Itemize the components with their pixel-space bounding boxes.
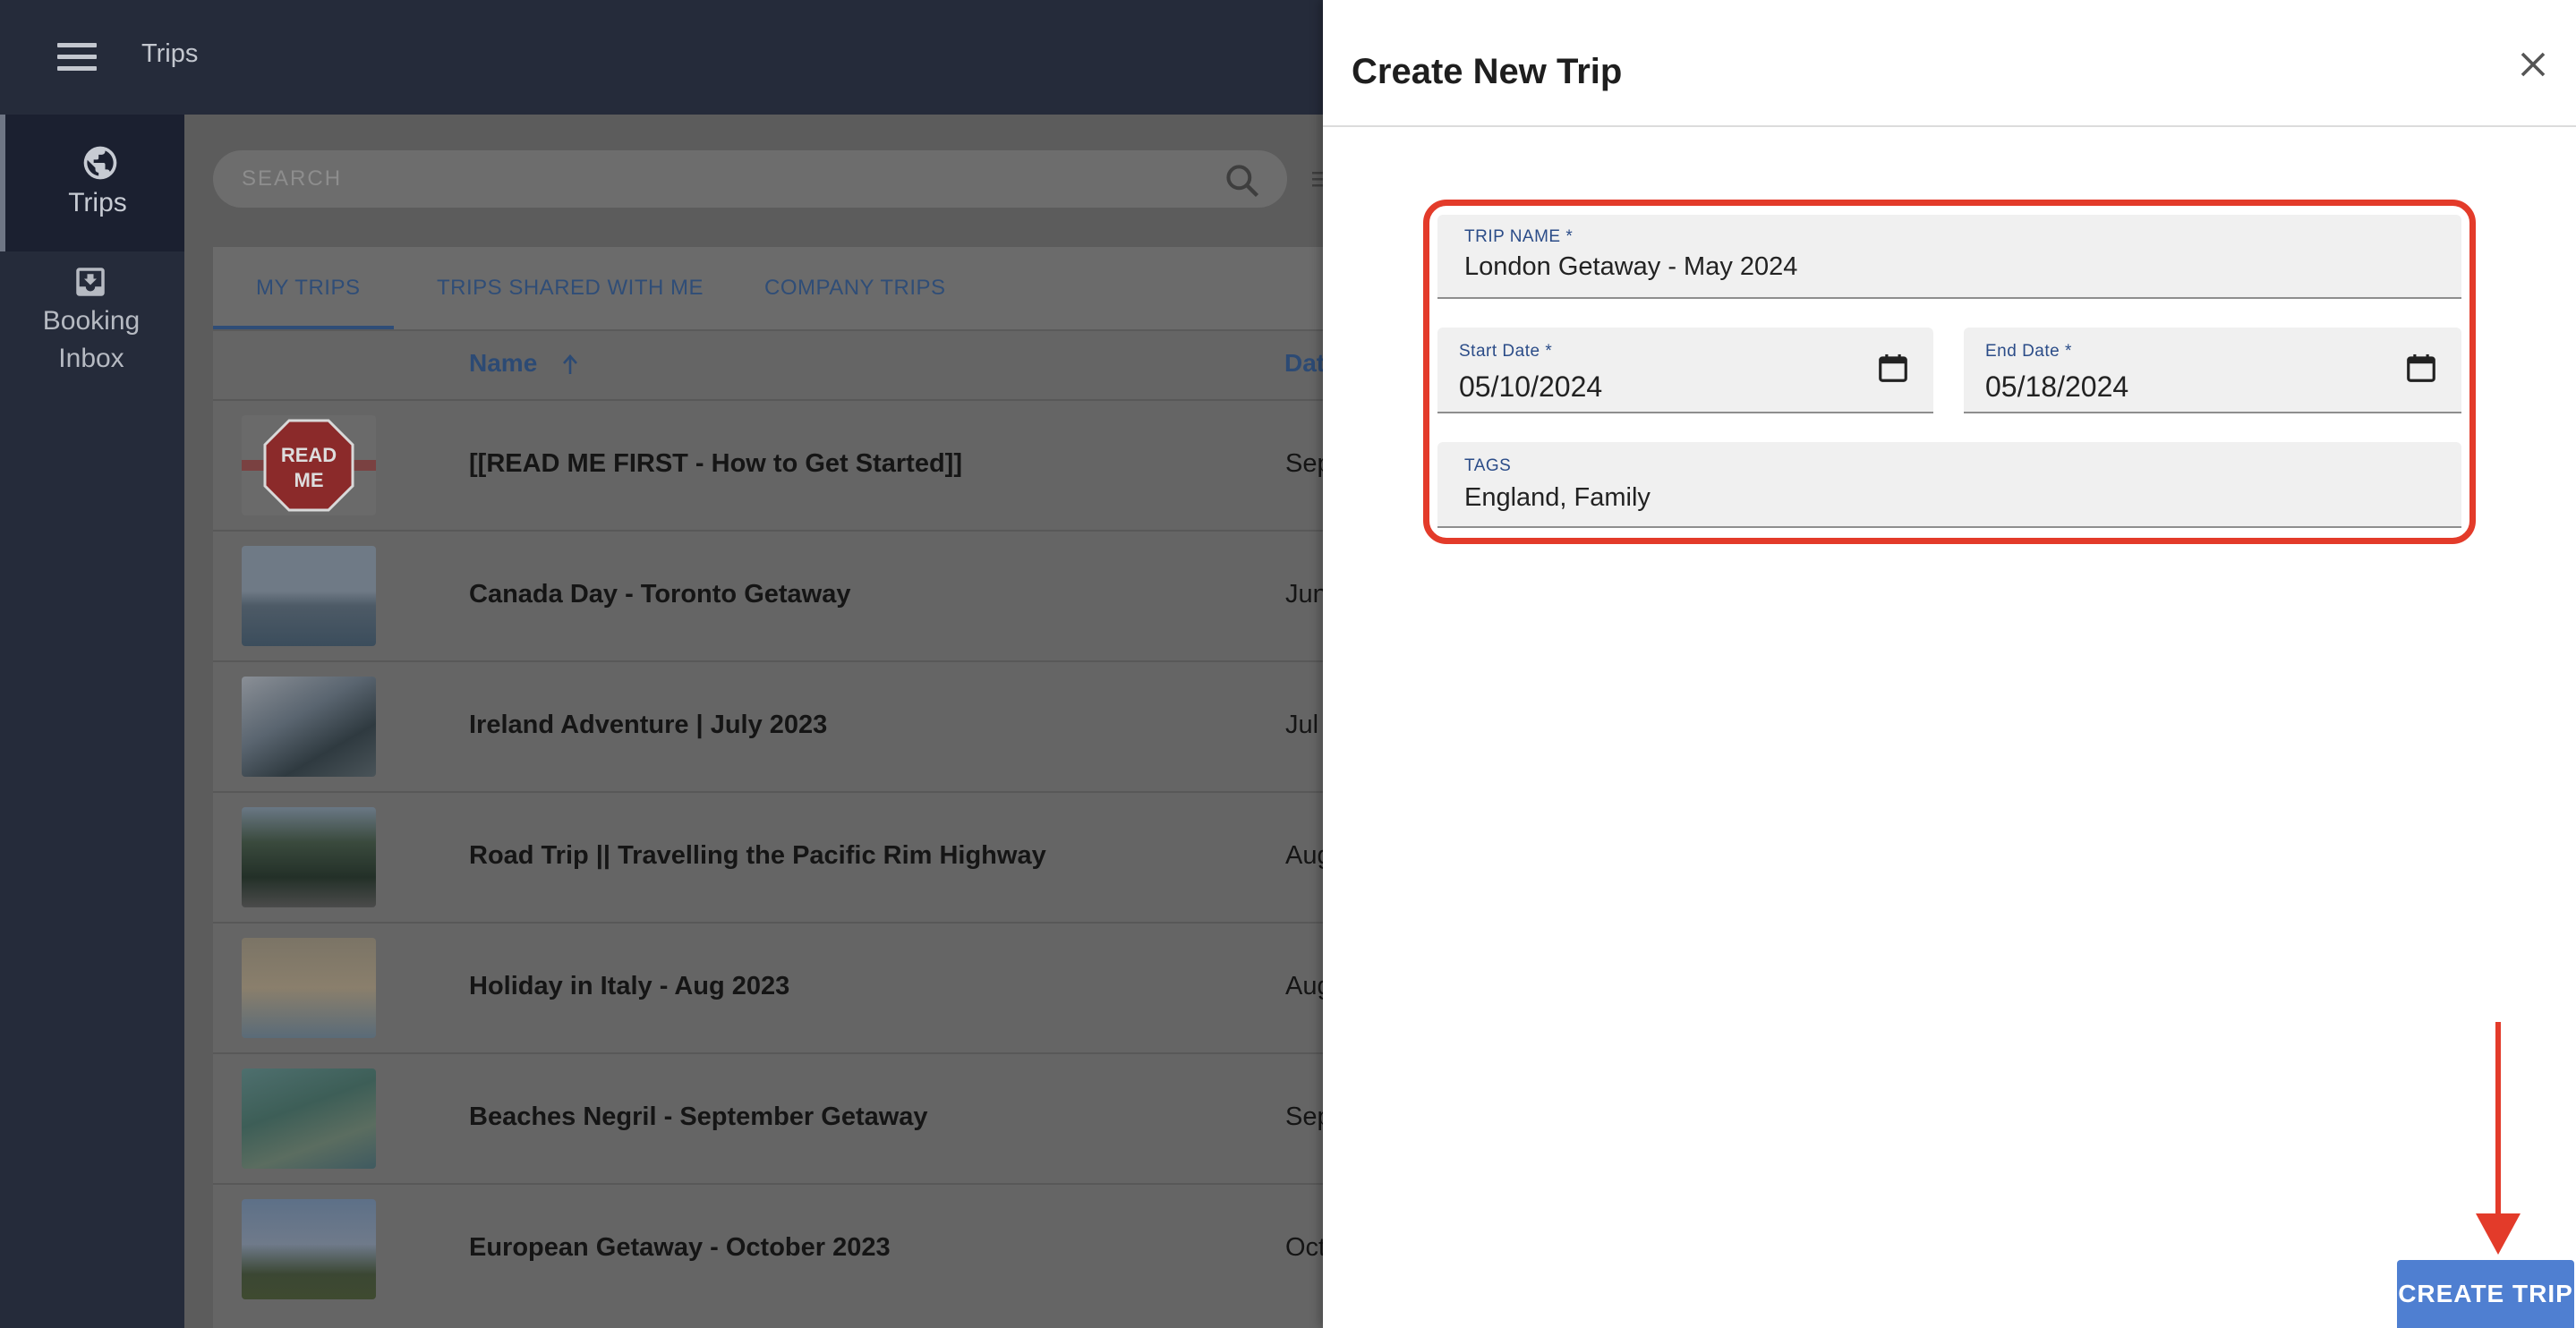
table-row[interactable]: Holiday in Italy - Aug 2023 Aug <box>213 922 1332 1052</box>
table-row[interactable]: Canada Day - Toronto Getaway Jun <box>213 530 1327 660</box>
table-row[interactable]: READ ME [[READ ME FIRST - How to Get Sta… <box>213 399 1332 530</box>
trip-date: Jul <box>1285 711 1319 739</box>
drawer-title: Create New Trip <box>1352 52 1623 91</box>
inbox-icon <box>76 268 105 296</box>
trip-date: Oct <box>1285 1233 1326 1262</box>
svg-text:READ: READ <box>281 444 337 466</box>
trip-thumbnail <box>242 1068 376 1169</box>
trip-thumbnail <box>242 807 376 907</box>
tab-company-trips[interactable]: COMPANY TRIPS <box>764 276 946 301</box>
trip-thumbnail <box>242 938 376 1038</box>
trip-name[interactable]: Holiday in Italy - Aug 2023 <box>469 972 789 1001</box>
tab-my-trips[interactable]: MY TRIPS <box>256 276 360 301</box>
table-row[interactable]: Road Trip || Travelling the Pacific Rim … <box>213 791 1332 922</box>
create-trip-button[interactable]: CREATE TRIP <box>2397 1260 2574 1328</box>
trip-name[interactable]: European Getaway - October 2023 <box>469 1233 891 1263</box>
read-me-stop-sign-icon: READ ME <box>242 419 376 512</box>
tab-trips-shared-with-me[interactable]: TRIPS SHARED WITH ME <box>437 276 704 301</box>
table-row[interactable]: Ireland Adventure | July 2023 Jul <box>213 660 1323 791</box>
sidebar-item-label: Booking Inbox <box>42 306 141 373</box>
trip-thumbnail <box>242 546 376 646</box>
sidebar-item-trips[interactable]: Trips <box>0 115 184 251</box>
app-header <box>0 0 1323 115</box>
sidebar-item-label: Trips <box>68 188 127 217</box>
search-icon[interactable] <box>1223 161 1262 200</box>
filter-icon[interactable] <box>1312 170 1323 190</box>
trip-name[interactable]: [[READ ME FIRST - How to Get Started]] <box>469 449 962 479</box>
column-header-name[interactable]: Name <box>469 349 537 378</box>
hamburger-menu-icon[interactable] <box>57 43 97 72</box>
trip-name[interactable]: Road Trip || Travelling the Pacific Rim … <box>469 841 1046 871</box>
trip-name[interactable]: Canada Day - Toronto Getaway <box>469 580 851 609</box>
active-tab-indicator <box>213 326 394 329</box>
trip-name[interactable]: Beaches Negril - September Getaway <box>469 1102 928 1132</box>
sort-ascending-icon[interactable] <box>559 353 581 376</box>
trip-name[interactable]: Ireland Adventure | July 2023 <box>469 711 827 740</box>
trip-thumbnail <box>242 1199 376 1299</box>
column-header-date[interactable]: Dat <box>1284 349 1325 378</box>
annotation-highlight-box <box>1423 200 2476 544</box>
search-bar[interactable]: SEARCH <box>213 150 1287 208</box>
table-row[interactable]: Beaches Negril - September Getaway Sep <box>213 1052 1332 1183</box>
close-icon[interactable] <box>2517 48 2549 81</box>
globe-icon <box>83 146 117 180</box>
drawer-divider <box>1323 125 2576 127</box>
trip-date: Jun <box>1285 580 1327 609</box>
trip-thumbnail: READ ME <box>242 415 376 515</box>
annotation-arrow-head <box>2476 1213 2521 1255</box>
table-row[interactable]: European Getaway - October 2023 Oct <box>213 1183 1326 1314</box>
trip-thumbnail <box>242 677 376 777</box>
annotation-arrow <box>2495 1022 2501 1217</box>
search-input[interactable]: SEARCH <box>242 166 342 192</box>
app-title: Trips <box>141 39 199 68</box>
trips-tabs: MY TRIPS TRIPS SHARED WITH ME COMPANY TR… <box>213 247 1323 331</box>
svg-text:ME: ME <box>294 469 324 491</box>
